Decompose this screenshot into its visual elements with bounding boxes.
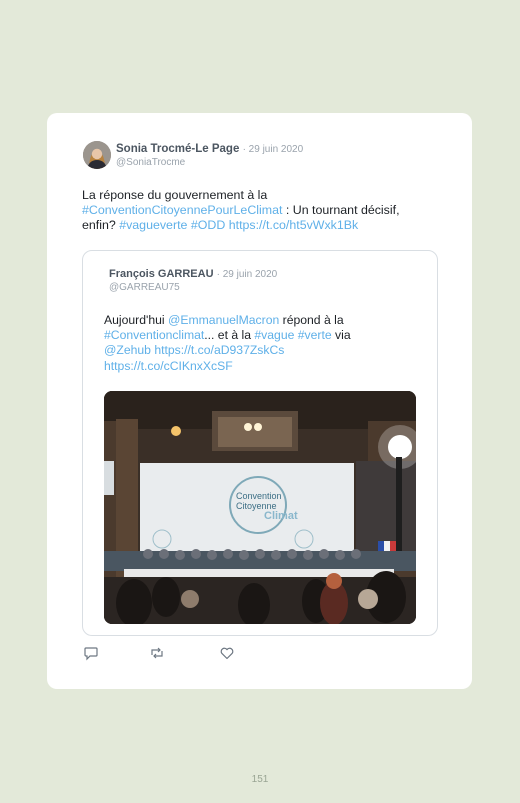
quoted-date[interactable]: · 29 juin 2020: [217, 269, 278, 280]
tweet-actions: [83, 645, 283, 661]
mention-link[interactable]: @Zehub: [104, 343, 151, 357]
photo-banner-text: Convention: [236, 491, 282, 501]
tweet-text: La réponse du gouvernement à la #Convent…: [82, 188, 432, 234]
heart-icon[interactable]: [219, 645, 235, 661]
page-number: 151: [251, 774, 269, 785]
tweet-date[interactable]: · 29 juin 2020: [243, 144, 304, 155]
url-link[interactable]: https://t.co/cCIKnxXcSF: [104, 359, 233, 373]
quoted-handle[interactable]: @GARREAU75: [109, 282, 277, 293]
avatar[interactable]: [83, 141, 111, 169]
url-link[interactable]: https://t.co/ht5vWxk1Bk: [229, 218, 358, 232]
quoted-text-part: ... et à la: [204, 328, 255, 343]
tweet-author: Sonia Trocmé-Le Page · 29 juin 2020 @Son…: [116, 143, 303, 168]
convention-photo: Convention Citoyenne Climat: [104, 391, 416, 624]
photo-banner-text: Climat: [264, 510, 298, 522]
retweet-icon[interactable]: [149, 645, 165, 661]
quoted-text: Aujourd'hui @EmmanuelMacron répond à la …: [104, 313, 404, 374]
reply-icon[interactable]: [83, 645, 99, 661]
author-name[interactable]: Sonia Trocmé-Le Page: [116, 143, 239, 155]
hashtag-link[interactable]: #vagueverte: [119, 218, 187, 232]
tweet-card: Sonia Trocmé-Le Page · 29 juin 2020 @Son…: [47, 113, 472, 689]
tweet-text-part: La réponse du gouvernement à la: [82, 188, 268, 202]
hashtag-link[interactable]: #verte: [298, 328, 332, 342]
tweet-photo[interactable]: Convention Citoyenne Climat: [104, 391, 416, 624]
hashtag-link[interactable]: #Conventionclimat: [104, 328, 204, 342]
quoted-tweet[interactable]: François GARREAU · 29 juin 2020 @GARREAU…: [82, 250, 438, 636]
quoted-author-name[interactable]: François GARREAU: [109, 268, 214, 280]
author-handle[interactable]: @SoniaTrocme: [116, 157, 303, 168]
hashtag-link[interactable]: #ConventionCitoyennePourLeClimat: [82, 203, 282, 217]
quoted-text-part: via: [331, 328, 351, 343]
hashtag-link[interactable]: #vague: [254, 328, 294, 342]
avatar-image: [83, 141, 111, 169]
quoted-text-part: Aujourd'hui: [104, 313, 168, 327]
hashtag-link[interactable]: #ODD: [191, 218, 225, 232]
quoted-text-part: répond à la: [279, 313, 344, 327]
url-link[interactable]: https://t.co/aD937ZskCs: [154, 343, 284, 357]
quoted-author: François GARREAU · 29 juin 2020 @GARREAU…: [109, 268, 277, 293]
mention-link[interactable]: @EmmanuelMacron: [168, 313, 279, 327]
